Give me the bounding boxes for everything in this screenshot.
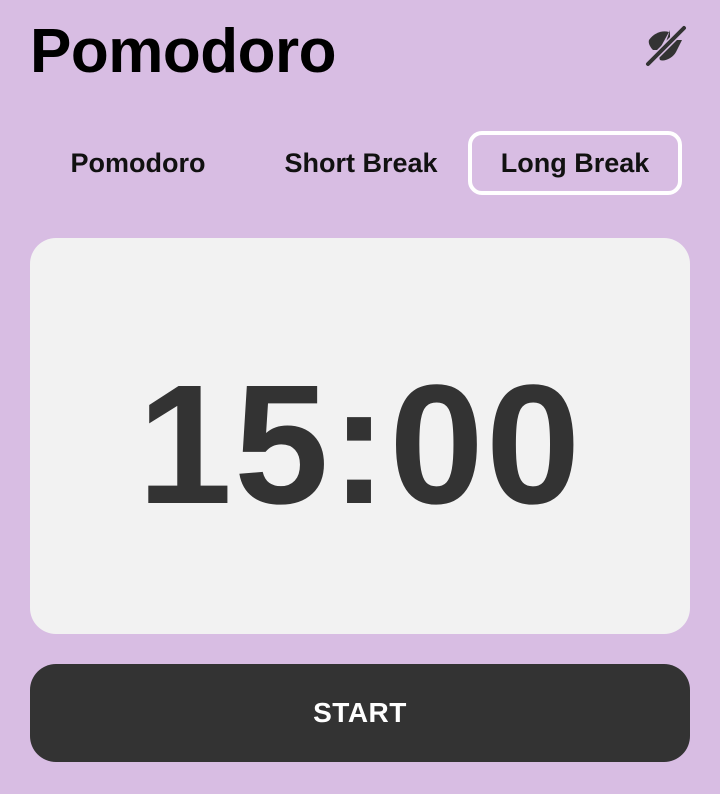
- tab-short-break[interactable]: Short Break: [254, 131, 468, 195]
- mode-tabs: Pomodoro Short Break Long Break: [30, 131, 690, 199]
- start-button[interactable]: START: [30, 664, 690, 762]
- timer-card: 15:00: [30, 238, 690, 634]
- eye-slash-icon: [644, 24, 688, 68]
- tab-pomodoro[interactable]: Pomodoro: [40, 131, 236, 195]
- timer-display: 15:00: [137, 350, 583, 540]
- visibility-toggle-button[interactable]: [640, 20, 692, 72]
- app-title: Pomodoro: [30, 17, 336, 86]
- header: Pomodoro: [30, 10, 692, 90]
- pomodoro-app: Pomodoro Pomodoro Short Break Long Break…: [0, 0, 720, 794]
- tab-long-break[interactable]: Long Break: [468, 131, 682, 195]
